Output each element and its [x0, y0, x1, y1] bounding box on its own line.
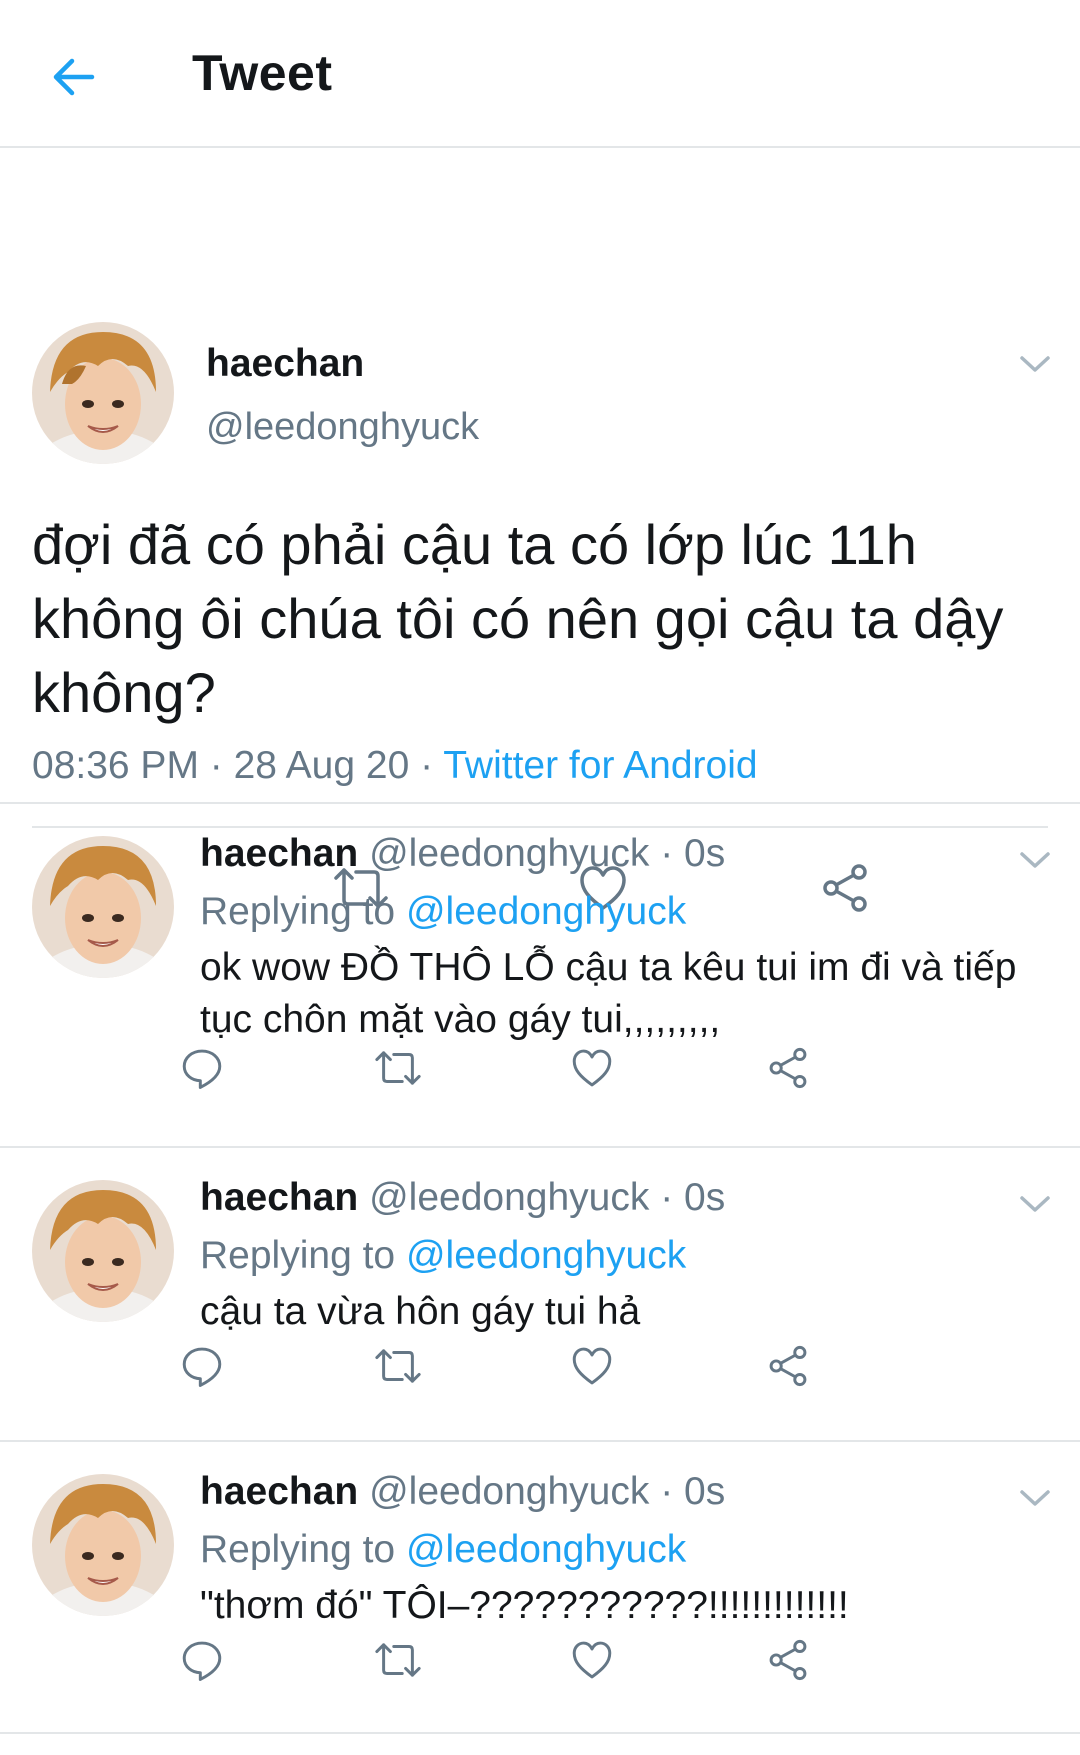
- tweet-text: đợi đã có phải cậu ta có lớp lúc 11h khô…: [32, 513, 1004, 724]
- heart-icon: [572, 1641, 612, 1679]
- like-button[interactable]: [562, 1038, 622, 1098]
- retweet-icon: [375, 1349, 421, 1383]
- reply-button[interactable]: [172, 1336, 232, 1396]
- replying-label: Replying to: [200, 1528, 406, 1571]
- chevron-down-icon[interactable]: [1018, 352, 1052, 376]
- like-button[interactable]: [562, 1336, 622, 1396]
- retweet-icon: [375, 1643, 421, 1677]
- chevron-down-icon[interactable]: [1018, 1192, 1052, 1216]
- comment-icon: [182, 1641, 222, 1681]
- tweet-text: cậu ta vừa hôn gáy tui hả: [200, 1290, 641, 1333]
- reply-tweet[interactable]: haechan @leedonghyuck · 0s Replying to @…: [0, 1148, 1080, 1442]
- mention-link[interactable]: @leedonghyuck: [406, 1528, 686, 1571]
- avatar[interactable]: [32, 1474, 174, 1616]
- replying-to: Replying to @leedonghyuck: [200, 890, 686, 934]
- share-icon: [769, 1639, 807, 1681]
- retweet-button[interactable]: [368, 1038, 428, 1098]
- arrow-left-icon: [53, 58, 95, 96]
- replying-label: Replying to: [200, 1234, 406, 1277]
- replying-to: Replying to @leedonghyuck: [200, 1234, 686, 1278]
- tweet-age: · 0s: [660, 1176, 726, 1219]
- heart-icon: [572, 1347, 612, 1385]
- comment-icon: [182, 1347, 222, 1387]
- retweet-icon: [375, 1051, 421, 1085]
- reply-tweet[interactable]: haechan @leedonghyuck · 0s Replying to @…: [0, 1442, 1080, 1734]
- chevron-down-icon[interactable]: [1018, 1486, 1052, 1510]
- retweet-button[interactable]: [368, 1630, 428, 1690]
- author-name[interactable]: haechan: [200, 1176, 358, 1219]
- replying-to: Replying to @leedonghyuck: [200, 1528, 686, 1572]
- avatar[interactable]: [32, 836, 174, 978]
- meta-separator: ·: [198, 744, 234, 787]
- tweet-meta: 08:36 PM · 28 Aug 20 · Twitter for Andro…: [32, 744, 758, 788]
- author-handle[interactable]: @leedonghyuck: [369, 832, 649, 875]
- tweet-age: · 0s: [660, 832, 726, 875]
- author-handle[interactable]: @leedonghyuck: [369, 1176, 649, 1219]
- author-name[interactable]: haechan: [200, 832, 358, 875]
- page-title: Tweet: [192, 45, 333, 101]
- replying-label: Replying to: [200, 890, 406, 933]
- reply-header: haechan @leedonghyuck · 0s: [200, 1176, 725, 1220]
- mention-link[interactable]: @leedonghyuck: [406, 1234, 686, 1277]
- share-button[interactable]: [758, 1336, 818, 1396]
- reply-header: haechan @leedonghyuck · 0s: [200, 832, 725, 876]
- author-name[interactable]: haechan: [200, 1470, 358, 1513]
- reply-tweet[interactable]: haechan @leedonghyuck · 0s Replying to @…: [0, 804, 1080, 1148]
- tweet-age: · 0s: [660, 1470, 726, 1513]
- heart-icon: [572, 1049, 612, 1087]
- avatar[interactable]: [32, 322, 174, 464]
- reply-button[interactable]: [172, 1630, 232, 1690]
- tweet-source-link[interactable]: Twitter for Android: [443, 744, 757, 787]
- share-button[interactable]: [758, 1630, 818, 1690]
- main-tweet: haechan @leedonghyuck đợi đã có phải cậu…: [0, 148, 1080, 913]
- author-handle[interactable]: @leedonghyuck: [369, 1470, 649, 1513]
- retweet-button[interactable]: [368, 1336, 428, 1396]
- like-button[interactable]: [562, 1630, 622, 1690]
- top-bar: Tweet: [0, 0, 1080, 148]
- tweet-date: 28 Aug 20: [233, 744, 410, 787]
- reply-button[interactable]: [172, 1038, 232, 1098]
- author-handle[interactable]: @leedonghyuck: [206, 406, 479, 449]
- comment-icon: [182, 1049, 222, 1089]
- tweet-text: ok wow ĐỒ THÔ LỖ cậu ta kêu tui im đi và…: [200, 946, 1017, 1041]
- reply-header: haechan @leedonghyuck · 0s: [200, 1470, 725, 1514]
- back-button[interactable]: [40, 44, 106, 110]
- tweet-text: "thơm đó" TÔI–???????????!!!!!!!!!!!!!: [200, 1584, 849, 1627]
- mention-link[interactable]: @leedonghyuck: [406, 890, 686, 933]
- author-name[interactable]: haechan: [206, 342, 364, 386]
- share-icon: [769, 1345, 807, 1387]
- avatar[interactable]: [32, 1180, 174, 1322]
- share-icon: [769, 1047, 807, 1089]
- chevron-down-icon[interactable]: [1018, 848, 1052, 872]
- tweet-time: 08:36 PM: [32, 744, 199, 787]
- meta-separator: ·: [409, 744, 444, 787]
- share-button[interactable]: [758, 1038, 818, 1098]
